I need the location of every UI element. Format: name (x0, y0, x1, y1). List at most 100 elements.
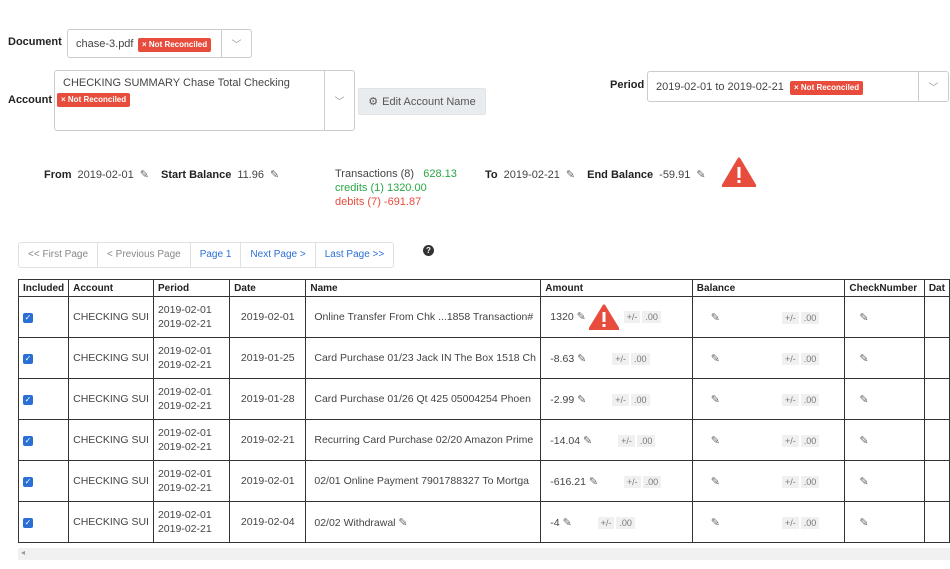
column-header[interactable]: Name (305, 279, 542, 297)
date-cell: 2019-02-01 (229, 296, 307, 338)
edit-icon[interactable]: ✎ (577, 353, 586, 365)
edit-icon[interactable]: ✎ (711, 353, 720, 365)
document-value: chase-3.pdf (76, 38, 134, 50)
document-select[interactable]: chase-3.pdf × Not Reconciled ﹀ (67, 29, 252, 58)
current-page[interactable]: Page 1 (191, 243, 242, 267)
decimal-button[interactable]: .00 (642, 475, 662, 488)
amount-cell: -616.21 ✎ +/- .00 (540, 460, 693, 502)
first-page-button[interactable]: << First Page (19, 243, 99, 267)
period-cell: 2019-02-01 2019-02-21 (152, 419, 231, 461)
edit-icon[interactable]: ✎ (577, 311, 586, 323)
decimal-button[interactable]: .00 (800, 434, 820, 447)
plus-minus-button[interactable]: +/- (623, 475, 641, 488)
transactions-table: Included Account Period Date Name Amount Balan… (17, 279, 950, 543)
edit-icon[interactable]: ✎ (563, 517, 572, 529)
included-checkbox[interactable]: ✓ (23, 477, 33, 487)
plus-minus-button[interactable]: +/- (782, 434, 799, 447)
column-header[interactable]: Included (17, 279, 70, 297)
chevron-down-icon[interactable]: ﹀ (324, 71, 354, 130)
column-header[interactable]: Account (68, 279, 154, 297)
decimal-button[interactable]: .00 (800, 352, 820, 365)
plus-minus-button[interactable]: +/- (782, 516, 799, 529)
help-icon[interactable]: ? (423, 245, 434, 256)
edit-account-name-button[interactable]: ⚙ Edit Account Name (358, 88, 486, 115)
summary-left: From 2019-02-01 ✎ Start Balance 11.96 ✎ (44, 168, 279, 182)
plus-minus-button[interactable]: +/- (623, 310, 641, 323)
edit-icon[interactable]: ✎ (711, 394, 720, 406)
account-cell: CHECKING SUI (68, 419, 154, 461)
edit-icon[interactable]: ✎ (589, 476, 598, 488)
balance-cell: ✎ +/- .00 (691, 378, 846, 420)
table-row: ✓ CHECKING SUI 2019-02-01 2019-02-21 2019-02… (17, 419, 950, 461)
column-header[interactable]: Dat (923, 279, 950, 297)
decimal-button[interactable]: .00 (616, 516, 635, 529)
plus-minus-button[interactable]: +/- (782, 352, 799, 365)
included-checkbox[interactable]: ✓ (23, 436, 33, 446)
table-row: ✓ CHECKING SUI 2019-02-01 2019-02-21 2019-01… (17, 337, 950, 379)
transactions-total: 628.13 (423, 168, 457, 180)
plus-minus-button[interactable]: +/- (618, 434, 635, 447)
included-checkbox[interactable]: ✓ (23, 313, 33, 323)
plus-minus-button[interactable]: +/- (782, 393, 799, 406)
period-select[interactable]: 2019-02-01 to 2019-02-21 × Not Reconcile… (647, 71, 949, 102)
chevron-down-icon[interactable]: ﹀ (221, 30, 251, 57)
gear-icon: ⚙ (368, 96, 379, 108)
period-end: 2019-02-21 (157, 318, 212, 330)
edit-icon[interactable]: ✎ (859, 435, 868, 447)
scroll-left-icon[interactable]: ◂ (21, 548, 25, 557)
decimal-button[interactable]: .00 (800, 516, 820, 529)
edit-icon[interactable]: ✎ (577, 394, 586, 406)
column-header[interactable]: Period (152, 279, 231, 297)
date-cell: 2019-02-01 (229, 460, 307, 502)
plus-minus-button[interactable]: +/- (612, 352, 629, 365)
decimal-button[interactable]: .00 (630, 352, 650, 365)
debits-summary: debits (7) -691.87 (335, 196, 422, 208)
date-extra-cell (923, 460, 950, 502)
edit-icon[interactable]: ✎ (859, 517, 868, 529)
decimal-button[interactable]: .00 (800, 311, 820, 324)
last-page-button[interactable]: Last Page >> (316, 243, 393, 267)
decimal-button[interactable]: .00 (642, 310, 661, 323)
previous-page-button[interactable]: < Previous Page (98, 243, 191, 267)
column-header[interactable]: Amount (540, 279, 693, 297)
edit-icon[interactable]: ✎ (859, 353, 868, 365)
checknumber-cell: ✎ (844, 460, 925, 502)
plus-minus-button[interactable]: +/- (782, 311, 799, 324)
edit-icon[interactable]: ✎ (583, 435, 592, 447)
edit-icon[interactable]: ✎ (711, 312, 720, 324)
column-header[interactable]: Balance (691, 279, 846, 297)
included-checkbox[interactable]: ✓ (23, 395, 33, 405)
edit-icon[interactable]: ✎ (711, 476, 720, 488)
edit-icon[interactable]: ✎ (140, 168, 149, 181)
edit-icon[interactable]: ✎ (270, 168, 279, 181)
edit-icon[interactable]: ✎ (859, 476, 868, 488)
account-select[interactable]: CHECKING SUMMARY Chase Total Checking × … (54, 70, 355, 131)
date-extra-cell (923, 378, 950, 420)
edit-icon[interactable]: ✎ (398, 517, 407, 529)
checknumber-cell: ✎ (844, 337, 925, 379)
decimal-button[interactable]: .00 (800, 393, 820, 406)
decimal-button[interactable]: .00 (800, 475, 820, 488)
edit-icon[interactable]: ✎ (859, 312, 868, 324)
table-row: ✓ CHECKING SUI 2019-02-01 2019-02-21 2019-02… (17, 296, 950, 338)
included-checkbox[interactable]: ✓ (23, 354, 33, 364)
edit-icon[interactable]: ✎ (859, 394, 868, 406)
balance-cell: ✎ +/- .00 (691, 501, 846, 543)
plus-minus-button[interactable]: +/- (782, 475, 799, 488)
column-header[interactable]: CheckNumber (844, 279, 925, 297)
next-page-button[interactable]: Next Page > (241, 243, 316, 267)
column-header[interactable]: Date (229, 279, 307, 297)
included-checkbox[interactable]: ✓ (23, 518, 33, 528)
name-text: Recurring Card Purchase 02/20 Amazon Pri… (314, 434, 534, 446)
edit-icon[interactable]: ✎ (711, 435, 720, 447)
edit-icon[interactable]: ✎ (711, 517, 720, 529)
period-end: 2019-02-21 (157, 441, 212, 453)
plus-minus-button[interactable]: +/- (597, 516, 615, 529)
decimal-button[interactable]: .00 (636, 434, 656, 447)
decimal-button[interactable]: .00 (630, 393, 650, 406)
edit-icon[interactable]: ✎ (696, 168, 705, 181)
edit-icon[interactable]: ✎ (566, 168, 575, 181)
horizontal-scrollbar[interactable]: ◂ (18, 548, 950, 560)
plus-minus-button[interactable]: +/- (612, 393, 629, 406)
chevron-down-icon[interactable]: ﹀ (918, 72, 948, 101)
